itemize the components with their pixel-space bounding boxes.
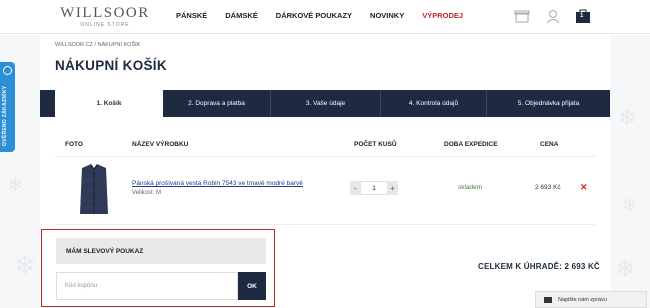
divider xyxy=(55,156,595,157)
nav-item-darkove-poukazy[interactable]: DÁRKOVÉ POUKAZY xyxy=(276,11,352,20)
step-kosik[interactable]: 1. Košík xyxy=(55,90,163,117)
product-thumbnail[interactable] xyxy=(73,162,115,220)
col-header-expedice: DOBA EXPEDICE xyxy=(444,141,498,148)
nav-item-novinky[interactable]: NOVINKY xyxy=(370,11,404,20)
coupon-toggle[interactable]: MÁM SLEVOVÝ POUKAZ xyxy=(56,238,266,264)
snowflake-icon: ❄ xyxy=(622,195,638,215)
snowflake-icon: ❄ xyxy=(615,256,636,283)
delivery-status: skladem xyxy=(458,184,483,191)
quantity-stepper: - 1 + xyxy=(350,181,398,195)
snowflake-icon: ❄ xyxy=(14,250,36,280)
chat-widget[interactable]: Napište nám zprávu xyxy=(535,291,647,308)
nav-item-panske[interactable]: PÁNSKÉ xyxy=(176,11,207,20)
chat-label: Napište nám zprávu xyxy=(558,296,607,303)
qty-increase-button[interactable]: + xyxy=(387,181,398,195)
verified-icon xyxy=(3,66,12,75)
col-header-pocet: POČET KUSŮ xyxy=(354,141,397,148)
site-header: WILLSOOR ONLINE STORE PÁNSKÉ DÁMSKÉ DÁRK… xyxy=(0,0,650,34)
col-header-cena: CENA xyxy=(540,141,559,148)
product-price: 2 693 Kč xyxy=(535,184,561,191)
nav-item-damske[interactable]: DÁMSKÉ xyxy=(225,11,258,20)
verified-badge-label: OVĚŘENO ZÁKAZNÍKY xyxy=(2,85,8,146)
product-name-link[interactable]: Pánská prošívaná vesta Robin 7543 ve tma… xyxy=(132,180,303,187)
qty-decrease-button[interactable]: - xyxy=(350,181,361,195)
logo[interactable]: WILLSOOR ONLINE STORE xyxy=(55,6,155,29)
step-doprava-platba[interactable]: 2. Doprava a platba xyxy=(163,90,271,117)
logo-text: WILLSOOR xyxy=(60,5,150,21)
col-header-foto: FOTO xyxy=(65,141,83,148)
step-objednavka-prijata[interactable]: 5. Objednávka přijata xyxy=(487,90,610,117)
breadcrumb[interactable]: WILLSOOR.CZ / NÁKUPNÍ KOŠÍK xyxy=(55,42,140,48)
cart-count: 1 xyxy=(580,13,584,19)
page-title: NÁKUPNÍ KOŠÍK xyxy=(55,58,167,73)
order-total: CELKEM K ÚHRADĚ: 2 693 KČ xyxy=(478,262,600,271)
coupon-submit-button[interactable]: OK xyxy=(238,272,266,300)
vest-image xyxy=(80,164,108,214)
qty-input[interactable]: 1 xyxy=(361,181,387,195)
remove-item-icon[interactable]: ✕ xyxy=(580,182,588,193)
product-size: Velikost: M xyxy=(132,190,162,196)
logo-subtext: ONLINE STORE xyxy=(80,22,130,28)
wishlist-box-icon[interactable] xyxy=(514,8,530,24)
snowflake-icon: ❄ xyxy=(8,175,24,195)
user-icon[interactable] xyxy=(545,8,561,24)
step-vase-udaje[interactable]: 3. Vaše údaje xyxy=(271,90,381,117)
coupon-box: MÁM SLEVOVÝ POUKAZ Kód kupónu OK xyxy=(41,229,275,307)
cart-button[interactable]: 1 xyxy=(575,8,591,24)
step-kontrola-udaju[interactable]: 4. Kontrola údajů xyxy=(381,90,487,117)
envelope-icon xyxy=(544,296,552,303)
nav-item-vyprodej[interactable]: VÝPRODEJ xyxy=(422,11,463,20)
main-nav: PÁNSKÉ DÁMSKÉ DÁRKOVÉ POUKAZY NOVINKY VÝ… xyxy=(176,11,481,20)
steps-spacer xyxy=(40,90,55,117)
coupon-code-input[interactable]: Kód kupónu xyxy=(56,272,238,300)
col-header-nazev: NÁZEV VÝROBKU xyxy=(132,141,189,148)
snowflake-icon: ❄ xyxy=(618,105,637,130)
checkout-steps: 1. Košík 2. Doprava a platba 3. Vaše úda… xyxy=(40,90,610,117)
divider xyxy=(55,224,595,225)
verified-customers-badge[interactable]: OVĚŘENO ZÁKAZNÍKY xyxy=(0,62,15,152)
